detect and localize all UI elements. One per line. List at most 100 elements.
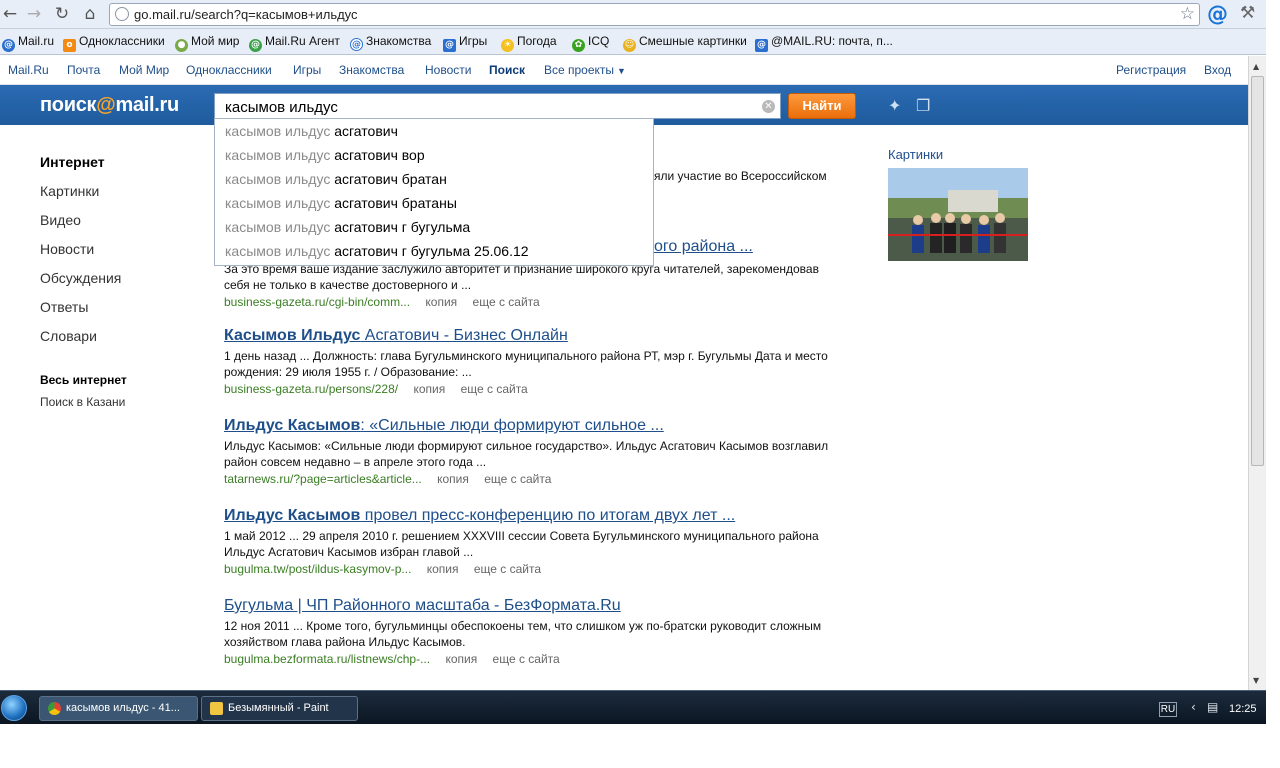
clock[interactable]: 12:25 [1229, 703, 1257, 715]
suggest-item[interactable]: касымов ильдус асгатович г бугульма 25.0… [225, 243, 529, 259]
site-nav: Mail.Ru Почта Мой Мир Одноклассники Игры… [0, 56, 1248, 85]
chrome-icon [48, 702, 61, 715]
search-box: ✕ [214, 93, 781, 119]
more-from-site-link[interactable]: еще с сайта [461, 382, 528, 396]
result-url[interactable]: bugulma.tw/post/ildus-kasymov-p... [224, 562, 411, 576]
bookmark-odnoklassniki[interactable]: o Одноклассники [63, 34, 165, 52]
nav-moi-mir[interactable]: Мой Мир [119, 63, 169, 77]
vnav-slovari[interactable]: Словари [40, 328, 97, 344]
nav-odnoklassniki[interactable]: Одноклассники [186, 63, 272, 77]
more-from-site-link[interactable]: еще с сайта [493, 652, 560, 666]
scroll-up-icon[interactable]: ▲ [1253, 62, 1259, 71]
suggest-item[interactable]: касымов ильдус асгатович г бугульма [225, 219, 470, 235]
search-result: Бугульма | ЧП Районного масштаба - БезФо… [224, 597, 844, 666]
bookmark-agent[interactable]: @ Mail.Ru Агент [249, 34, 340, 52]
suggest-item[interactable]: касымов ильдус асгатович вор [225, 147, 425, 163]
nav-all-projects[interactable]: Все проекты ▼ [544, 63, 626, 77]
suggest-dropdown: касымов ильдус асгатович касымов ильдус … [214, 118, 654, 266]
ok-icon: o [63, 39, 76, 52]
caret-down-icon: ▼ [617, 66, 626, 76]
suggest-item[interactable]: касымов ильдус асгатович [225, 123, 398, 139]
browser-toolbar: ← → ↻ ⌂ go.mail.ru/search?q=касымов+ильд… [0, 0, 1266, 29]
more-from-site-link[interactable]: еще с сайта [484, 472, 551, 486]
vnav-internet[interactable]: Интернет [40, 154, 105, 170]
paint-icon [210, 702, 223, 715]
result-url[interactable]: tatarnews.ru/?page=articles&article... [224, 472, 422, 486]
bookmark-mail-pochta[interactable]: @ @MAIL.RU: почта, п... [755, 34, 893, 52]
bookmark-icq[interactable]: ✿ ICQ [572, 34, 609, 52]
start-button[interactable] [1, 695, 27, 721]
back-icon[interactable]: ← [0, 4, 20, 24]
nav-igry[interactable]: Игры [293, 63, 321, 77]
search-logo[interactable]: поиск@mail.ru [40, 94, 179, 117]
chevron-left-icon[interactable]: ‹ [1191, 700, 1196, 714]
region-link[interactable]: Поиск в Казани [40, 395, 125, 409]
more-from-site-link[interactable]: еще с сайта [474, 562, 541, 576]
copy-link[interactable]: копия [437, 472, 469, 486]
suggest-item[interactable]: касымов ильдус асгатович братаны [225, 195, 457, 211]
taskbar: касымов ильдус - 41... Безымянный - Pain… [0, 690, 1266, 724]
result-url[interactable]: business-gazeta.ru/persons/228/ [224, 382, 398, 396]
vnav-kartinki[interactable]: Картинки [40, 183, 99, 199]
copy-link[interactable]: копия [445, 652, 477, 666]
windows-icon[interactable]: ❐ [916, 96, 930, 115]
result-title[interactable]: Ильдус Касымов: «Сильные люди формируют … [224, 417, 664, 434]
vnav-video[interactable]: Видео [40, 212, 81, 228]
nav-novosti[interactable]: Новости [425, 63, 471, 77]
people-icon: ● [175, 39, 188, 52]
copy-link[interactable]: копия [427, 562, 459, 576]
bookmark-mailru[interactable]: @ Mail.ru [2, 34, 54, 52]
result-title-partial[interactable]: ого района ... [654, 238, 753, 256]
bookmark-znakomstva[interactable]: @ Знакомства [350, 34, 431, 51]
search-button[interactable]: Найти [788, 93, 856, 119]
vertical-scrollbar[interactable]: ▲ ▼ [1248, 56, 1266, 690]
wrench-icon[interactable]: ⚒ [1240, 3, 1255, 23]
bookmark-igry[interactable]: @ Игры [443, 34, 487, 52]
bookmark-moi-mir[interactable]: ● Мой мир [175, 34, 239, 52]
search-result: Ильдус Касымов провел пресс-конференцию … [224, 507, 844, 576]
vnav-otvety[interactable]: Ответы [40, 299, 88, 315]
language-indicator[interactable]: RU [1159, 702, 1177, 717]
suggest-item[interactable]: касымов ильдус асгатович братан [225, 171, 447, 187]
result-title[interactable]: Касымов Ильдус Асгатович - Бизнес Онлайн [224, 327, 568, 344]
vnav-novosti[interactable]: Новости [40, 241, 94, 257]
scroll-thumb[interactable] [1251, 76, 1264, 466]
nav-znakomstva[interactable]: Знакомства [339, 63, 404, 77]
nav-pochta[interactable]: Почта [67, 63, 100, 77]
pin-icon[interactable]: ✦ [888, 96, 901, 115]
forward-icon[interactable]: → [24, 4, 44, 24]
copy-link[interactable]: копия [425, 295, 457, 309]
bookmark-smeshnye[interactable]: ☺ Смешные картинки [623, 34, 747, 52]
smile-icon: ☺ [623, 39, 636, 52]
result-url[interactable]: business-gazeta.ru/cgi-bin/comm... [224, 295, 410, 309]
image-thumbnail[interactable] [888, 168, 1028, 261]
login-link[interactable]: Вход [1204, 63, 1231, 77]
result-snippet: 1 день назад ... Должность: глава Бугуль… [224, 349, 828, 379]
copy-link[interactable]: копия [413, 382, 445, 396]
result-title[interactable]: Ильдус Касымов провел пресс-конференцию … [224, 507, 735, 524]
reload-icon[interactable]: ↻ [52, 4, 72, 24]
task-chrome[interactable]: касымов ильдус - 41... [39, 696, 198, 721]
mail-at-icon[interactable]: @ [1207, 2, 1228, 26]
result-title[interactable]: Бугульма | ЧП Районного масштаба - БезФо… [224, 597, 621, 614]
register-link[interactable]: Регистрация [1116, 63, 1186, 77]
nav-mailru[interactable]: Mail.Ru [8, 63, 49, 77]
search-input[interactable] [225, 97, 755, 117]
result-snippet-partial: яли участие во Всероссийском [654, 169, 827, 183]
images-link[interactable]: Картинки [888, 147, 943, 162]
vnav-obsuzhdeniya[interactable]: Обсуждения [40, 270, 121, 286]
clear-icon[interactable]: ✕ [762, 100, 775, 113]
address-url[interactable]: go.mail.ru/search?q=касымов+ильдус [134, 7, 358, 22]
ribbon-cutting-image [888, 168, 1028, 261]
star-icon[interactable]: ☆ [1180, 4, 1195, 24]
result-url[interactable]: bugulma.bezformata.ru/listnews/chp-... [224, 652, 430, 666]
network-icon[interactable]: ▤ [1207, 700, 1218, 714]
nav-poisk[interactable]: Поиск [489, 63, 525, 77]
address-bar[interactable]: go.mail.ru/search?q=касымов+ильдус ☆ [109, 3, 1200, 26]
more-from-site-link[interactable]: еще с сайта [473, 295, 540, 309]
home-icon[interactable]: ⌂ [80, 4, 100, 24]
result-snippet: 12 ноя 2011 ... Кроме того, бугульминцы … [224, 619, 822, 649]
bookmark-pogoda[interactable]: ☀ Погода [501, 34, 557, 52]
task-paint[interactable]: Безымянный - Paint [201, 696, 358, 721]
scroll-down-icon[interactable]: ▼ [1253, 676, 1259, 685]
